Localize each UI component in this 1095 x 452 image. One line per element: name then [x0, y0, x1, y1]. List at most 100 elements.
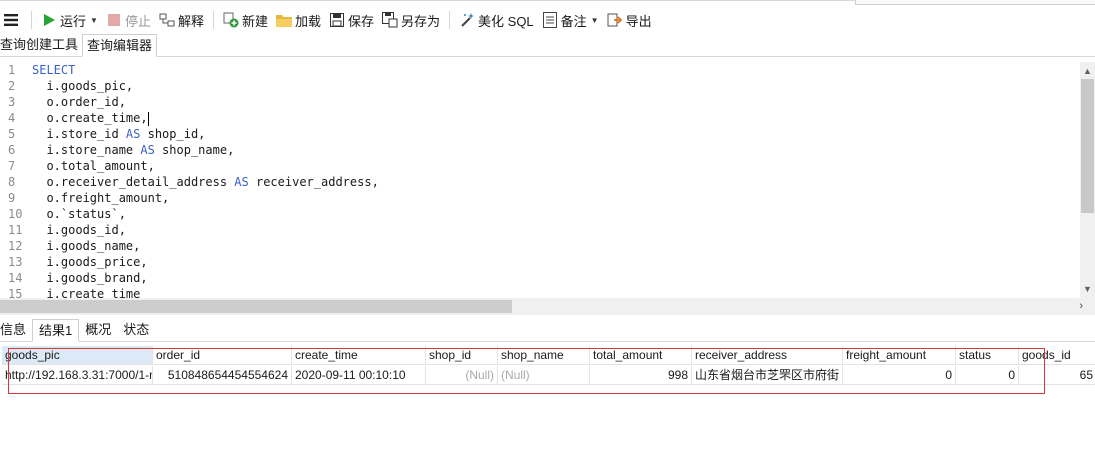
code-text: i.goods_pic,	[32, 78, 133, 94]
beautify-sql-button[interactable]: 美化 SQL	[455, 8, 538, 32]
beautify-sql-label: 美化 SQL	[478, 13, 534, 29]
play-icon	[41, 12, 57, 28]
line-number: 2	[8, 79, 16, 93]
save-button[interactable]: 保存	[325, 8, 378, 32]
line-number: 11	[8, 223, 23, 237]
hamburger-icon	[3, 12, 19, 28]
magic-wand-icon	[459, 12, 475, 28]
cell-shop-name[interactable]: (Null)	[498, 366, 590, 385]
result-tabs: 信息 结果1 概况 状态	[0, 319, 1095, 342]
code-text: i.goods_name,	[32, 238, 140, 254]
cell-receiver-address[interactable]: 山东省烟台市芝罘区市府街	[692, 366, 843, 385]
line-number: 14	[8, 271, 23, 285]
code-text: i.goods_price,	[32, 254, 148, 270]
save-as-button[interactable]: 另存为	[378, 8, 444, 32]
code-text: o.order_id,	[32, 94, 126, 110]
cell-total-amount[interactable]: 998	[590, 366, 692, 385]
run-button[interactable]: 运行 ▼	[37, 8, 102, 32]
window-tab-edge	[855, 0, 1095, 5]
column-header-receiver-address[interactable]: receiver_address	[692, 346, 843, 365]
table-row[interactable]: http://192.168.3.31:7000/1-n 510848654454…	[2, 366, 1095, 385]
export-label: 导出	[625, 13, 652, 29]
sql-keyword: SELECT	[32, 63, 76, 77]
save-label: 保存	[348, 13, 375, 29]
sql-text: o.receiver_detail_address	[32, 175, 235, 189]
editor-horizontal-scrollbar[interactable]: ›	[0, 298, 1095, 315]
column-header-total-amount[interactable]: total_amount	[590, 346, 692, 365]
save-as-icon	[382, 12, 398, 28]
tab-query-builder[interactable]: 查询创建工具	[0, 34, 82, 55]
column-header-shop-name[interactable]: shop_name	[498, 346, 590, 365]
cell-goods-id[interactable]: 65	[1019, 366, 1095, 385]
cell-create-time[interactable]: 2020-09-11 00:10:10	[292, 366, 426, 385]
new-label: 新建	[241, 13, 268, 29]
export-button[interactable]: 导出	[603, 8, 656, 32]
comment-label: 备注	[560, 13, 587, 29]
sql-editor[interactable]: 1 SELECT 2 i.goods_pic, 3 o.order_id, 4 o.cr…	[0, 57, 1080, 298]
column-header-shop-id[interactable]: shop_id	[426, 346, 498, 365]
scroll-up-icon[interactable]: ▲	[1080, 64, 1095, 78]
sql-text: i.goods_brand,	[32, 271, 148, 285]
sql-keyword: AS	[140, 143, 155, 157]
cell-shop-id[interactable]: (Null)	[426, 366, 498, 385]
scrollbar-thumb[interactable]	[1081, 79, 1094, 213]
sql-text: i.goods_name,	[32, 239, 141, 253]
line-number: 9	[8, 191, 16, 205]
scrollbar-thumb[interactable]	[0, 300, 512, 313]
tab-query-editor[interactable]: 查询编辑器	[82, 34, 158, 57]
tab-overview[interactable]: 概况	[79, 319, 117, 340]
tab-info[interactable]: 信息	[0, 319, 32, 340]
sql-text: shop_id,	[140, 127, 206, 141]
column-header-freight-amount[interactable]: freight_amount	[843, 346, 956, 365]
code-text: o.`status`,	[32, 206, 125, 222]
line-number: 6	[8, 143, 16, 157]
cell-status[interactable]: 0	[956, 366, 1019, 385]
code-text: o.total_amount,	[32, 158, 155, 174]
document-icon	[542, 12, 558, 28]
run-label: 运行	[60, 13, 87, 29]
save-icon	[329, 12, 345, 28]
cell-freight-amount[interactable]: 0	[843, 366, 956, 385]
chevron-down-icon[interactable]: ▼	[591, 16, 599, 25]
code-text: i.store_id AS shop_id,	[32, 126, 205, 142]
stop-button[interactable]: 停止	[102, 8, 155, 32]
sql-text: i.create_time	[32, 287, 141, 298]
cell-goods-pic[interactable]: http://192.168.3.31:7000/1-n	[2, 366, 153, 385]
sql-text: o.create_time,	[32, 111, 148, 125]
scroll-right-icon[interactable]: ›	[1079, 298, 1083, 315]
new-button[interactable]: 新建	[219, 8, 272, 32]
sql-text: o.freight_amount,	[32, 191, 170, 205]
editor-tabs: 查询创建工具 查询编辑器	[0, 34, 1095, 57]
sql-text: i.goods_pic,	[32, 79, 134, 93]
column-header-order-id[interactable]: order_id	[153, 346, 292, 365]
column-header-goods-pic[interactable]: goods_pic	[2, 346, 153, 365]
sql-text: o.order_id,	[32, 95, 126, 109]
folder-icon	[275, 12, 292, 28]
save-as-label: 另存为	[401, 13, 441, 29]
cell-order-id[interactable]: 510848654454554624	[153, 366, 292, 385]
tab-status[interactable]: 状态	[117, 319, 155, 340]
top-border	[0, 0, 855, 1]
sql-text: i.goods_price,	[32, 255, 148, 269]
editor-vertical-scrollbar[interactable]: ▲ ▼	[1080, 62, 1095, 298]
code-text: i.store_name AS shop_name,	[32, 142, 234, 158]
load-button[interactable]: 加载	[272, 8, 325, 32]
sql-text: o.total_amount,	[32, 159, 155, 173]
sql-keyword: AS	[125, 127, 141, 141]
explain-button[interactable]: 解释	[155, 8, 208, 32]
code-text: o.create_time,	[32, 110, 149, 126]
scroll-down-icon[interactable]: ▼	[1080, 282, 1095, 296]
code-text: i.create_time	[32, 286, 140, 298]
menu-button[interactable]	[0, 8, 26, 32]
line-number: 8	[8, 175, 16, 189]
column-header-create-time[interactable]: create_time	[292, 346, 426, 365]
line-number: 4	[8, 111, 16, 125]
column-header-goods-id[interactable]: goods_id	[1019, 346, 1095, 365]
toolbar-separator	[212, 11, 214, 29]
column-header-status[interactable]: status	[956, 346, 1019, 365]
tab-result1[interactable]: 结果1	[32, 319, 80, 342]
comment-button[interactable]: 备注 ▼	[538, 8, 603, 32]
toolbar-separator	[31, 11, 32, 29]
sql-text: i.goods_id,	[32, 223, 126, 237]
chevron-down-icon[interactable]: ▼	[90, 16, 98, 25]
